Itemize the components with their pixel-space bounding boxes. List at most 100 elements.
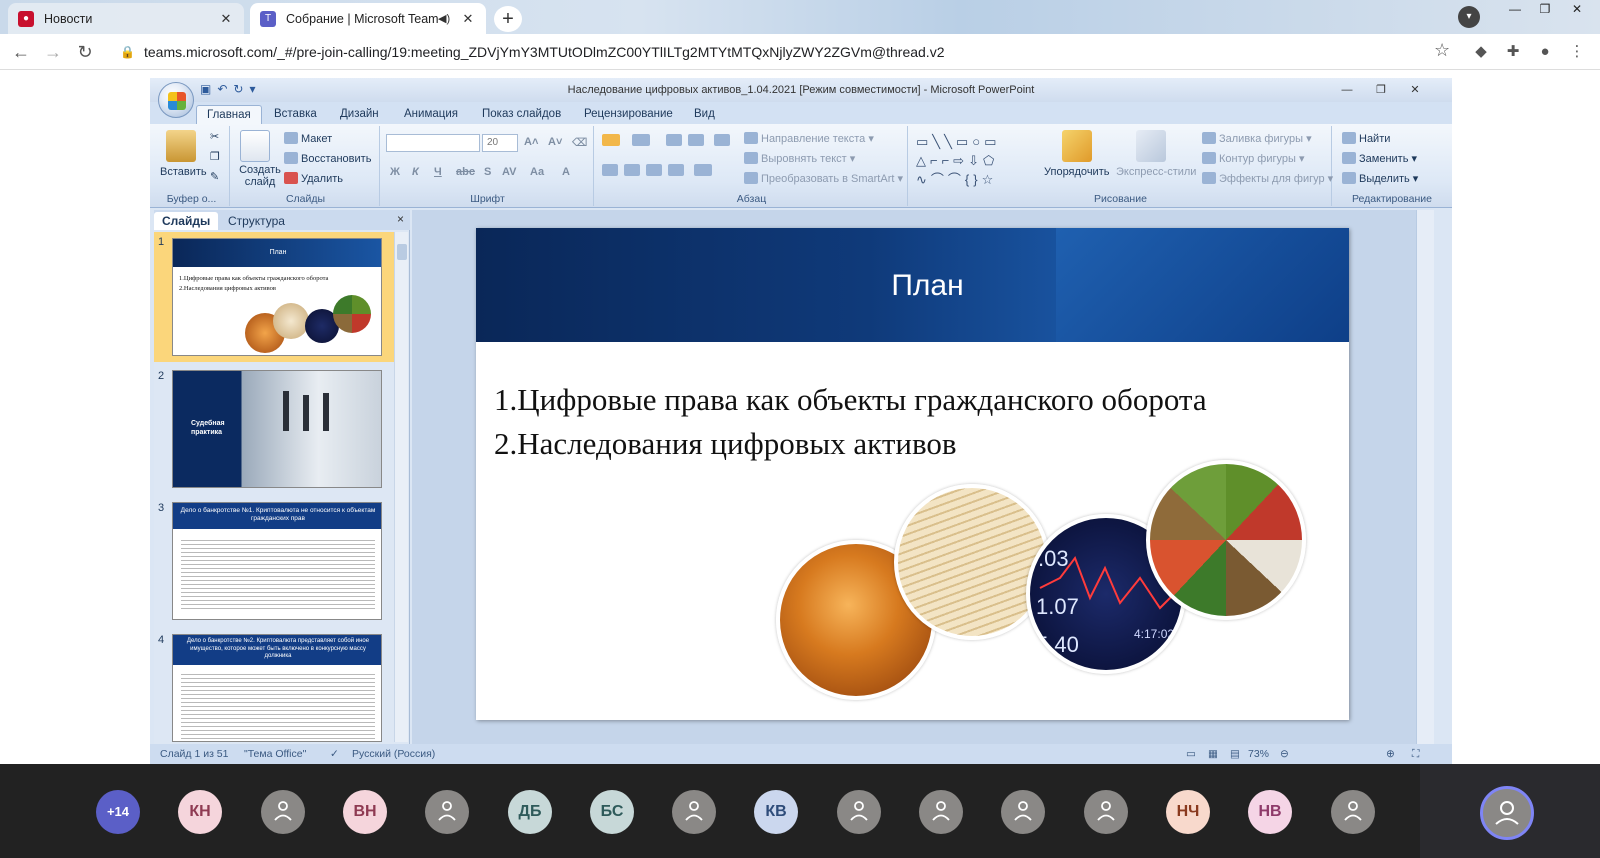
self-avatar[interactable] — [1480, 786, 1534, 840]
participant-avatar[interactable]: КВ — [754, 790, 798, 834]
more-menu-icon[interactable]: ⋮ — [1566, 41, 1588, 63]
shape-effects-button[interactable]: Эффекты для фигур ▾ — [1202, 172, 1333, 185]
zoom-level[interactable]: 73% — [1248, 744, 1269, 764]
participant-avatar[interactable]: НВ — [1248, 790, 1292, 834]
editor-scrollbar[interactable] — [1416, 210, 1434, 744]
participant-avatar-generic[interactable] — [919, 790, 963, 834]
tab-outline[interactable]: Структура — [220, 212, 293, 230]
find-button[interactable]: Найти — [1342, 132, 1390, 145]
bullets-icon[interactable] — [602, 134, 623, 147]
smartart-button[interactable]: Преобразовать в SmartArt ▾ — [744, 172, 903, 185]
slide-title[interactable]: План — [476, 228, 1349, 342]
participant-avatar-generic[interactable] — [1001, 790, 1045, 834]
tab-review[interactable]: Рецензирование — [574, 105, 683, 124]
slide-thumbnail-2[interactable]: 2 Судебная практика — [154, 366, 394, 494]
tab-design[interactable]: Дизайн — [330, 105, 389, 124]
quick-styles-icon[interactable] — [1136, 130, 1166, 162]
columns-icon[interactable] — [694, 164, 715, 177]
forward-arrow-icon[interactable]: → — [40, 40, 66, 64]
slide-thumbnail-4[interactable]: 4 Дело о банкротстве №2. Криптовалюта пр… — [154, 630, 394, 744]
zoom-in-icon[interactable]: ⊕ — [1386, 744, 1395, 764]
new-slide-icon[interactable] — [240, 130, 270, 162]
office-button[interactable] — [158, 82, 194, 118]
italic-icon[interactable]: К — [412, 166, 419, 178]
close-window-button[interactable]: ✕ — [1562, 0, 1592, 20]
shape-outline-button[interactable]: Контур фигуры ▾ — [1202, 152, 1305, 165]
participant-avatar[interactable]: КН — [178, 790, 222, 834]
redo-icon[interactable]: ↻ — [233, 82, 243, 100]
lock-icon[interactable]: 🔒 — [120, 45, 135, 59]
current-slide[interactable]: План 1.Цифровые права как объекты гражда… — [476, 228, 1349, 720]
replace-button[interactable]: Заменить ▾ — [1342, 152, 1417, 165]
arrange-button[interactable]: Упорядочить — [1044, 166, 1109, 178]
new-slide-button[interactable]: Создать слайд — [238, 164, 282, 188]
profile-icon[interactable]: ● — [1534, 41, 1556, 63]
align-center-icon[interactable] — [624, 164, 643, 177]
extension-icon[interactable]: ◆ — [1470, 41, 1492, 63]
participant-avatar-generic[interactable] — [837, 790, 881, 834]
address-bar[interactable]: 🔒 teams.microsoft.com/_#/pre-join-callin… — [112, 38, 1452, 66]
back-arrow-icon[interactable]: ← — [8, 40, 34, 64]
font-name-combo[interactable] — [386, 134, 480, 152]
shadow-icon[interactable]: S — [484, 166, 491, 178]
shrink-font-icon[interactable]: A˅ — [548, 136, 562, 148]
tab-view[interactable]: Вид — [684, 105, 725, 124]
tab-insert[interactable]: Вставка — [264, 105, 327, 124]
shapes-gallery[interactable]: ▭╲╲▭○▭ △⌐⌐⇨⇩⬠ ∿⌒⌒{}☆ — [916, 132, 1036, 188]
close-tab-icon[interactable]: ✕ — [460, 11, 476, 27]
bold-icon[interactable]: Ж — [390, 166, 400, 178]
numbering-icon[interactable] — [632, 134, 653, 147]
align-text-button[interactable]: Выровнять текст ▾ — [744, 152, 855, 165]
slide-line-2[interactable]: 2.Наследования цифровых активов — [494, 426, 957, 462]
font-size-combo[interactable]: 20 — [482, 134, 518, 152]
text-direction-button[interactable]: Направление текста ▾ — [744, 132, 874, 145]
participant-avatar[interactable]: БС — [590, 790, 634, 834]
participant-avatar[interactable]: НЧ — [1166, 790, 1210, 834]
participant-avatar-generic[interactable] — [1331, 790, 1375, 834]
normal-view-icon[interactable]: ▭ — [1186, 744, 1196, 764]
ppt-close-button[interactable]: ✕ — [1402, 80, 1428, 100]
tab-news[interactable]: ● Новости ✕ — [8, 3, 244, 34]
restore-window-button[interactable]: ❐ — [1530, 0, 1560, 20]
customize-qat-icon[interactable]: ▾ — [249, 82, 255, 100]
undo-icon[interactable]: ↶ — [217, 82, 227, 100]
cut-icon[interactable]: ✂ — [210, 130, 219, 143]
align-right-icon[interactable] — [646, 164, 665, 177]
tab-home[interactable]: Главная — [196, 105, 262, 124]
speaker-icon[interactable]: ◀) — [438, 12, 454, 25]
panel-scrollbar[interactable] — [394, 232, 408, 742]
justify-icon[interactable] — [668, 164, 687, 177]
language-status[interactable]: Русский (Россия) — [352, 744, 435, 764]
line-spacing-icon[interactable] — [714, 134, 733, 147]
participant-avatar-generic[interactable] — [425, 790, 469, 834]
delete-slide-button[interactable]: Удалить — [284, 172, 343, 185]
minimize-window-button[interactable]: — — [1500, 0, 1530, 20]
slideshow-view-icon[interactable]: ▤ — [1230, 744, 1240, 764]
sorter-view-icon[interactable]: ▦ — [1208, 744, 1218, 764]
char-spacing-icon[interactable]: AV — [502, 166, 516, 178]
fit-window-icon[interactable]: ⛶ — [1412, 744, 1419, 764]
tab-animation[interactable]: Анимация — [394, 105, 468, 124]
format-painter-icon[interactable]: ✎ — [210, 170, 219, 183]
align-left-icon[interactable] — [602, 164, 621, 177]
save-icon[interactable]: ▣ — [200, 82, 211, 100]
reload-icon[interactable]: ↻ — [72, 40, 98, 64]
close-tab-icon[interactable]: ✕ — [218, 11, 234, 27]
close-panel-icon[interactable]: × — [397, 212, 404, 226]
quick-styles-button[interactable]: Экспресс-стили — [1116, 166, 1196, 178]
font-color-icon[interactable]: A — [562, 166, 570, 178]
slide-thumbnail-1[interactable]: 1 План 1.Цифровые права как объекты граж… — [154, 232, 394, 362]
arrange-icon[interactable] — [1062, 130, 1092, 162]
increase-indent-icon[interactable] — [688, 134, 707, 147]
tab-slideshow[interactable]: Показ слайдов — [472, 105, 571, 124]
layout-button[interactable]: Макет — [284, 132, 332, 145]
copy-icon[interactable]: ❐ — [210, 150, 220, 163]
slide-thumbnail-3[interactable]: 3 Дело о банкротстве №1. Криптовалюта не… — [154, 498, 394, 626]
clear-format-icon[interactable]: ⌫ — [572, 136, 588, 149]
ppt-restore-button[interactable]: ❐ — [1368, 80, 1394, 100]
zoom-out-icon[interactable]: ⊖ — [1280, 744, 1289, 764]
slide-line-1[interactable]: 1.Цифровые права как объекты гражданског… — [494, 382, 1207, 418]
shape-fill-button[interactable]: Заливка фигуры ▾ — [1202, 132, 1312, 145]
grow-font-icon[interactable]: A˄ — [524, 136, 538, 148]
strikethrough-icon[interactable]: abc — [456, 166, 475, 178]
